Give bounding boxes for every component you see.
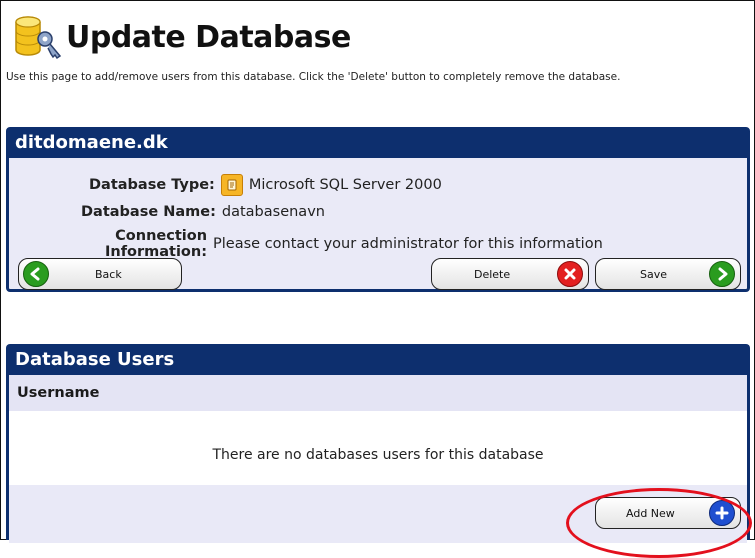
column-header-username[interactable]: Username [9, 375, 747, 411]
empty-users-message: There are no databases users for this da… [212, 447, 544, 463]
database-panel-heading: ditdomaene.dk [9, 130, 747, 158]
connection-row: Connection Information: Please contact y… [105, 228, 603, 260]
add-new-highlight-circle [566, 488, 752, 558]
database-key-icon [12, 14, 64, 60]
back-button-label: Back [95, 267, 122, 281]
database-type-row: Database Type: Microsoft SQL Server 2000 [89, 174, 442, 196]
save-button[interactable]: Save [595, 258, 741, 290]
save-button-label: Save [640, 267, 668, 281]
database-name-row: Database Name: databasenavn [81, 204, 325, 220]
arrow-left-icon [23, 261, 49, 287]
connection-label-line1: Connection [115, 228, 208, 244]
arrow-right-icon [709, 261, 735, 287]
database-name-value: databasenavn [221, 204, 325, 220]
database-name-label: Database Name: [81, 204, 216, 220]
back-button[interactable]: Back [18, 258, 182, 290]
x-circle-icon [557, 261, 583, 287]
database-type-value: Microsoft SQL Server 2000 [248, 177, 442, 193]
database-users-heading: Database Users [9, 347, 747, 375]
page-description: Use this page to add/remove users from t… [6, 71, 621, 83]
delete-button[interactable]: Delete [431, 258, 589, 290]
sql-server-icon [220, 174, 243, 196]
delete-button-label: Delete [474, 267, 511, 281]
connection-value: Please contact your administrator for th… [213, 236, 603, 252]
connection-label: Connection Information: [105, 228, 207, 260]
page-header: Update Database [12, 14, 351, 60]
database-type-label: Database Type: [89, 177, 215, 193]
page-title: Update Database [66, 19, 351, 55]
database-panel: ditdomaene.dk Database Type: Microsoft S… [6, 127, 750, 292]
